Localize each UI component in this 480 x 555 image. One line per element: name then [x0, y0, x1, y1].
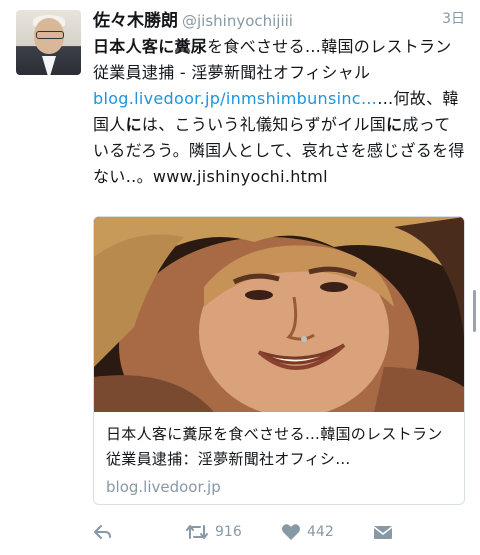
tweet-text-segment: は、こういう礼儀知らずがイル国 — [141, 115, 387, 134]
card-photo — [94, 217, 464, 412]
card-image[interactable] — [94, 217, 464, 412]
user-name[interactable]: 佐々木勝朗 — [93, 11, 178, 31]
tweet-header: 佐々木勝朗 @jishinyochijiii 3日 — [93, 6, 465, 32]
tweet-text: 日本人客に糞尿を食べさせる…韓国のレストラン従業員逮捕 - 淫夢新聞社オフィシャ… — [93, 34, 465, 190]
tweet-timestamp[interactable]: 3日 — [442, 8, 465, 28]
retweet-icon — [186, 525, 208, 539]
scrollbar[interactable] — [473, 290, 476, 332]
like-count: 442 — [307, 524, 334, 540]
reply-icon — [94, 525, 111, 539]
tweet-text-bold: に — [386, 115, 403, 134]
tweet[interactable]: 佐々木勝朗 @jishinyochijiii 3日 日本人客に糞尿を食べさせる…韓… — [93, 6, 465, 190]
retweet-button[interactable]: 916 — [185, 523, 242, 541]
link-card[interactable]: 日本人客に糞尿を食べさせる…韓国のレストラン従業員逮捕：淫夢新聞社オフィシ… b… — [93, 216, 465, 505]
envelope-icon — [373, 526, 393, 539]
tweet-actions: 916 442 — [93, 523, 465, 549]
heart-icon — [282, 524, 300, 540]
reply-button[interactable] — [93, 523, 113, 541]
retweet-count: 916 — [215, 524, 242, 540]
avatar-glasses — [36, 31, 64, 39]
dm-button[interactable] — [373, 523, 393, 541]
avatar[interactable] — [16, 10, 81, 75]
tweet-text-bold: に — [125, 115, 142, 134]
avatar-collar — [42, 56, 56, 75]
tweet-text-bold: 日本人客に糞尿 — [93, 37, 208, 56]
like-button[interactable]: 442 — [281, 523, 334, 541]
card-title[interactable]: 日本人客に糞尿を食べさせる…韓国のレストラン従業員逮捕：淫夢新聞社オフィシ… — [94, 412, 464, 472]
user-handle[interactable]: @jishinyochijiii — [182, 12, 293, 30]
card-domain: blog.livedoor.jp — [106, 478, 221, 496]
tweet-link[interactable]: blog.livedoor.jp/inmshimbunsinc… — [93, 89, 377, 108]
